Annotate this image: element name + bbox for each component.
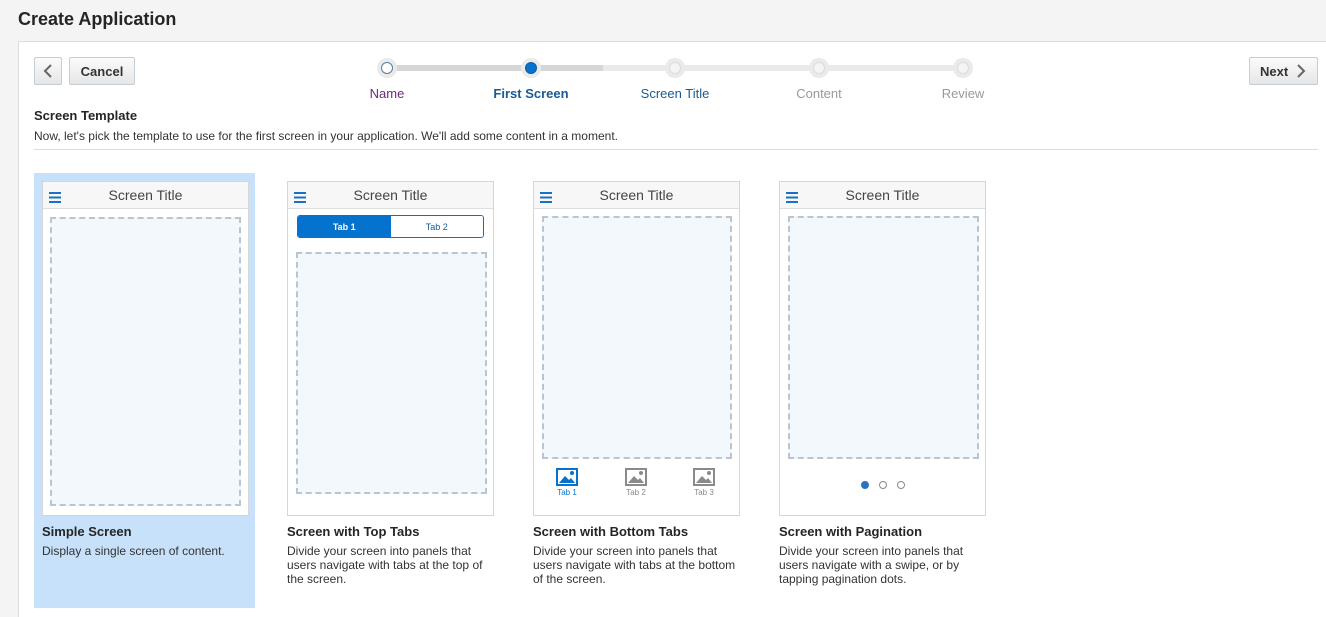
- cancel-button[interactable]: Cancel: [69, 57, 135, 85]
- step-label: Name: [369, 86, 405, 101]
- template-name: Screen with Bottom Tabs: [533, 524, 689, 539]
- preview-header: Screen Title: [43, 182, 248, 209]
- back-button[interactable]: [34, 57, 62, 85]
- pagination-dot: [896, 481, 905, 489]
- step-dot: [957, 62, 969, 74]
- step-dot: [381, 62, 393, 74]
- chevron-right-icon: [1296, 64, 1306, 78]
- template-preview: Screen Title: [779, 181, 986, 516]
- section-title: Screen Template: [34, 108, 138, 123]
- image-icon: [684, 468, 724, 486]
- preview-bottom-tab-label: Tab 3: [694, 488, 714, 497]
- template-card-simple-screen[interactable]: Screen Title Simple Screen Display a sin…: [34, 173, 255, 608]
- bottom-tab-bar: Tab 1 Tab 2 Tab 3: [534, 468, 739, 502]
- template-preview: Screen Title: [42, 181, 249, 516]
- divider: [34, 149, 1318, 150]
- preview-bottom-tab-label: Tab 2: [626, 488, 646, 497]
- template-name: Screen with Pagination: [779, 524, 923, 539]
- train-step-first-screen[interactable]: First Screen: [476, 56, 586, 101]
- template-name: Simple Screen: [42, 524, 132, 539]
- preview-screen-title: Screen Title: [599, 187, 674, 203]
- pagination-dot: [878, 481, 887, 489]
- train-step-screen-title[interactable]: Screen Title: [620, 56, 730, 101]
- preview-screen-title: Screen Title: [353, 187, 428, 203]
- template-preview: Screen Title Tab 1 Tab 2: [533, 181, 740, 516]
- content-placeholder: [50, 217, 241, 506]
- preview-bottom-tab-1: Tab 1: [547, 468, 587, 497]
- step-dot: [813, 62, 825, 74]
- top-tab-bar: Tab 1 Tab 2: [297, 215, 484, 238]
- preview-tab-2: Tab 2: [390, 216, 483, 237]
- image-icon: [616, 468, 656, 486]
- preview-screen-title: Screen Title: [845, 187, 920, 203]
- preview-header: Screen Title: [780, 182, 985, 209]
- wizard-train: Name First Screen Screen Title Content R…: [359, 56, 1019, 116]
- template-card-top-tabs[interactable]: Screen Title Tab 1 Tab 2 Screen with Top…: [279, 173, 500, 608]
- template-description: Divide your screen into panels that user…: [779, 544, 964, 586]
- pagination-dot-active: [860, 481, 869, 489]
- step-label: First Screen: [493, 86, 569, 101]
- next-button[interactable]: Next: [1249, 57, 1318, 85]
- preview-bottom-tab-3: Tab 3: [684, 468, 724, 497]
- train-step-content: Content: [764, 56, 874, 101]
- template-description: Divide your screen into panels that user…: [287, 544, 483, 586]
- preview-bottom-tab-2: Tab 2: [616, 468, 656, 497]
- step-label: Review: [941, 86, 985, 101]
- template-card-pagination[interactable]: Screen Title Screen with Pagination Divi…: [771, 173, 992, 608]
- page-title: Create Application: [18, 9, 177, 29]
- step-dot: [525, 62, 537, 74]
- template-description: Display a single screen of content.: [42, 544, 225, 558]
- template-card-bottom-tabs[interactable]: Screen Title Tab 1 Tab 2 Tab 3 Screen wi…: [525, 173, 746, 608]
- pagination-dots: [780, 481, 985, 489]
- content-placeholder: [788, 216, 979, 459]
- wizard-panel: Cancel Name First Screen Screen Title Co…: [18, 41, 1326, 617]
- preview-bottom-tab-label: Tab 1: [557, 488, 577, 497]
- content-placeholder: [296, 252, 487, 494]
- preview-header: Screen Title: [288, 182, 493, 209]
- image-icon: [547, 468, 587, 486]
- step-dot: [669, 62, 681, 74]
- train-step-name[interactable]: Name: [332, 56, 442, 101]
- preview-header: Screen Title: [534, 182, 739, 209]
- section-description: Now, let's pick the template to use for …: [34, 129, 618, 143]
- content-placeholder: [542, 216, 732, 459]
- preview-screen-title: Screen Title: [108, 187, 183, 203]
- template-preview: Screen Title Tab 1 Tab 2: [287, 181, 494, 516]
- train-step-review: Review: [908, 56, 1018, 101]
- step-label: Screen Title: [640, 86, 710, 101]
- step-label: Content: [796, 86, 842, 101]
- template-name: Screen with Top Tabs: [287, 524, 420, 539]
- preview-tab-1: Tab 1: [298, 216, 391, 237]
- template-description: Divide your screen into panels that user…: [533, 544, 736, 586]
- next-button-label: Next: [1260, 63, 1289, 79]
- chevron-left-icon: [43, 64, 53, 78]
